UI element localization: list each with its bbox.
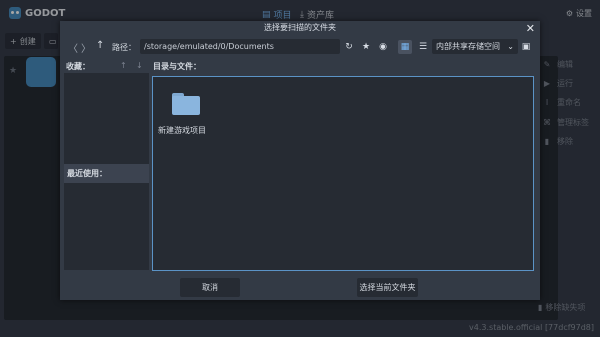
forward-button[interactable]: 〉 xyxy=(81,40,91,55)
grid-view-icon[interactable]: ▦ xyxy=(398,40,412,54)
favorites-label: 收藏： xyxy=(66,62,90,71)
select-current-folder-button[interactable]: 选择当前文件夹 xyxy=(357,278,418,297)
path-label: 路径： xyxy=(112,43,136,52)
recent-label: 最近使用： xyxy=(64,164,149,183)
drive-select-value: 内部共享存储空间 xyxy=(436,42,500,51)
new-folder-icon[interactable]: ▣ xyxy=(519,40,533,54)
list-view-icon[interactable]: ☰ xyxy=(416,40,430,54)
move-up-icon[interactable]: ↑ xyxy=(120,61,127,70)
back-button[interactable]: 〈 xyxy=(68,40,78,55)
chevron-down-icon: ⌄ xyxy=(507,42,514,51)
folder-icon[interactable] xyxy=(172,93,200,115)
cancel-button[interactable]: 取消 xyxy=(180,278,240,297)
favorite-star-icon[interactable]: ★ xyxy=(359,40,373,54)
drive-select[interactable]: 内部共享存储空间 ⌄ xyxy=(432,39,518,54)
dialog-title: 选择要扫描的文件夹 xyxy=(264,23,336,32)
move-down-icon[interactable]: ↓ xyxy=(136,61,143,70)
folder-select-dialog: 选择要扫描的文件夹 ✕ 〈 〉 ↑ 路径： /storage/emulated/… xyxy=(60,21,540,300)
path-input[interactable]: /storage/emulated/0/Documents xyxy=(140,39,340,54)
go-up-button[interactable]: ↑ xyxy=(96,40,104,51)
close-icon[interactable]: ✕ xyxy=(526,22,535,35)
files-label: 目录与文件： xyxy=(153,62,201,71)
refresh-icon[interactable]: ↻ xyxy=(342,40,356,54)
file-list: 新建游戏项目 xyxy=(152,76,534,271)
folder-item-name[interactable]: 新建游戏项目 xyxy=(158,125,206,136)
show-hidden-eye-icon[interactable]: ◉ xyxy=(376,40,390,54)
